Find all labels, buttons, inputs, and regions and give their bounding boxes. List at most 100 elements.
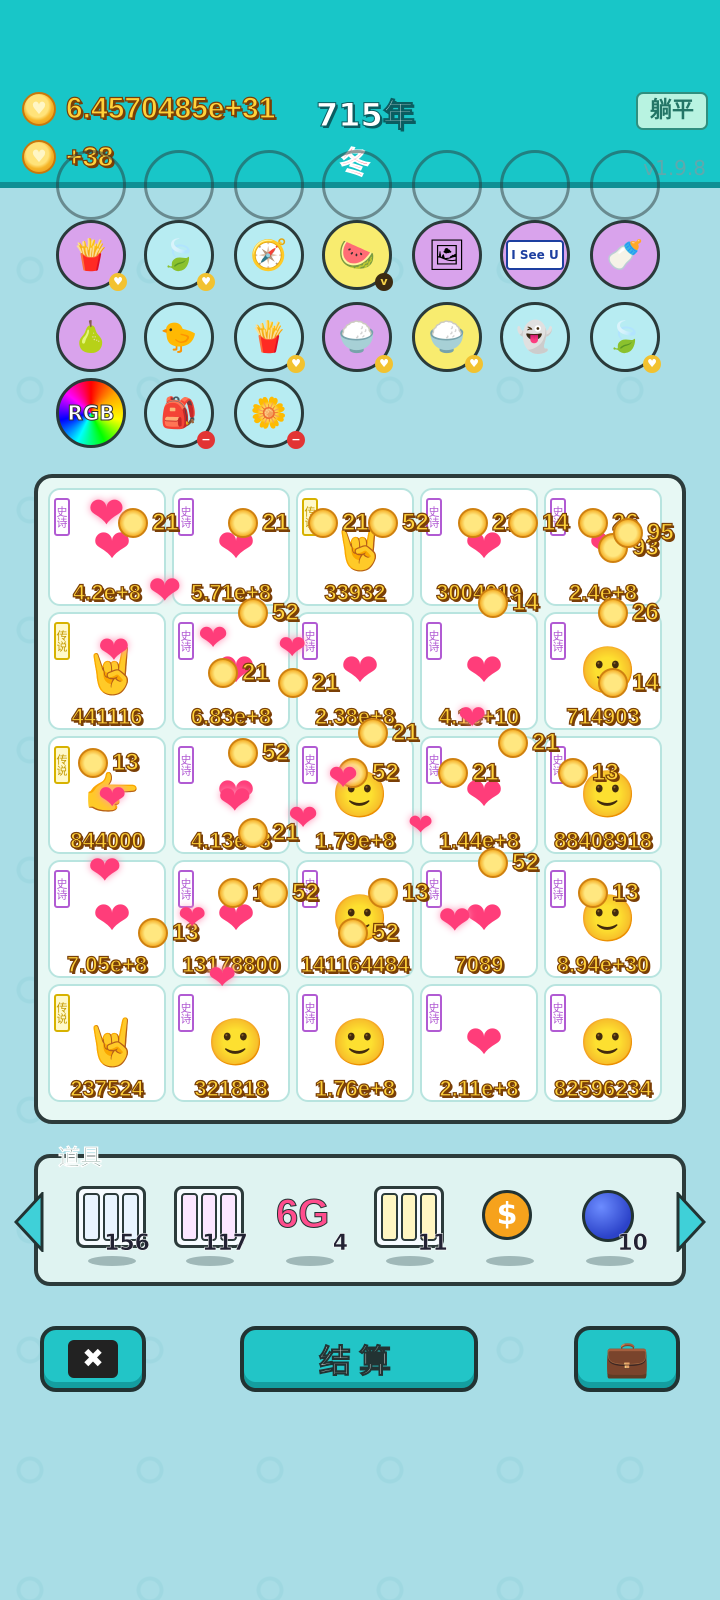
rank-tag: 史诗 xyxy=(550,870,566,908)
guava-icon[interactable]: 🍐 xyxy=(56,302,126,372)
cell-value: 13178800 xyxy=(181,951,280,977)
cell-value: 1.44e+8 xyxy=(438,827,520,853)
close-icon: ✖ xyxy=(68,1340,118,1378)
rank-tag: 史诗 xyxy=(178,746,194,784)
rank-tag: 史诗 xyxy=(426,994,442,1032)
close-button[interactable]: ✖ xyxy=(40,1326,146,1392)
board-cell[interactable]: 传说 🤘 441116 xyxy=(48,612,166,730)
rank-tag: 史诗 xyxy=(426,870,442,908)
board-cell[interactable]: 史诗 🙂 1.79e+8 xyxy=(296,736,414,854)
board-cell[interactable]: 传说 🤘 33932 xyxy=(296,488,414,606)
upgrade-icon-hidden xyxy=(234,150,304,220)
ghost-icon[interactable]: 👻 xyxy=(500,302,570,372)
heart-badge-icon: ♥ xyxy=(465,355,483,373)
item-shadow xyxy=(586,1256,634,1266)
board-cell[interactable]: 史诗 🙂 141164484 xyxy=(296,860,414,978)
minus-badge-icon: − xyxy=(287,431,305,449)
item-dollar-coin[interactable]: $ xyxy=(472,1186,548,1266)
i-see-u-icon[interactable]: I See U xyxy=(500,220,570,290)
flower-pot-icon[interactable]: 🌼 − xyxy=(234,378,305,449)
heart-badge-icon: ♥ xyxy=(197,273,215,291)
board-cell[interactable]: 史诗 🙂 714903 xyxy=(544,612,662,730)
board-cell[interactable]: 史诗 ❤ 2.4e+8 xyxy=(544,488,662,606)
rank-tag: 史诗 xyxy=(302,622,318,660)
bag-button[interactable]: 💼 xyxy=(574,1326,680,1392)
cell-value: 2.4e+8 xyxy=(568,579,637,605)
fries-icon[interactable]: 🍟 ♥ xyxy=(234,302,305,373)
face-icon: 🙂 xyxy=(579,1014,637,1069)
heart-icon: ❤ xyxy=(464,1015,504,1069)
item-blueberry[interactable]: 10 xyxy=(572,1186,648,1266)
chick-egg-icon[interactable]: 🐤 xyxy=(144,302,214,372)
face-icon: 🙂 xyxy=(207,1014,265,1069)
face-icon: 🙂 xyxy=(331,1014,389,1069)
item-shadow xyxy=(286,1256,334,1266)
heart-icon: ❤ xyxy=(216,643,256,697)
board-cell[interactable]: 史诗 🙂 82596234 xyxy=(544,984,662,1102)
board-cell[interactable]: 史诗 ❤ 1.44e+8 xyxy=(420,736,538,854)
board-cell[interactable]: 史诗 ❤ 3004019 xyxy=(420,488,538,606)
leaf-icon[interactable]: 🍃 ♥ xyxy=(144,220,215,291)
board-cell[interactable]: 史诗 ❤ 4.13e+8 xyxy=(172,736,290,854)
fruit-basket-icon[interactable]: 🍉 v xyxy=(322,220,393,291)
year-counter: 715年 xyxy=(316,96,416,135)
lie-flat-button[interactable]: 躺平 xyxy=(636,92,708,130)
rank-tag: 史诗 xyxy=(550,622,566,660)
coin-icon xyxy=(22,92,56,126)
cell-value: 2.11e+8 xyxy=(439,1075,519,1101)
minus-badge-icon: − xyxy=(197,431,215,449)
compass-icon[interactable]: 🧭 xyxy=(234,220,304,290)
board-cell[interactable]: 史诗 🙂 1.76e+8 xyxy=(296,984,414,1102)
settle-button[interactable]: 结算 xyxy=(240,1326,478,1392)
item-6g[interactable]: 6G 4 xyxy=(272,1186,348,1266)
items-next-arrow-icon[interactable] xyxy=(676,1192,706,1252)
board-cell[interactable]: 史诗 ❤ 2.38e+8 xyxy=(296,612,414,730)
board-cell[interactable]: 史诗 ❤ 4.1e+10 xyxy=(420,612,538,730)
board-cell[interactable]: 史诗 ❤ 2.11e+8 xyxy=(420,984,538,1102)
heart-icon: ❤ xyxy=(464,519,504,573)
breast-pump-icon[interactable]: 🍼 xyxy=(590,220,660,290)
rank-tag: 传说 xyxy=(54,994,70,1032)
face-icon: 🙂 xyxy=(331,766,389,821)
cell-value: 1.79e+8 xyxy=(314,827,396,853)
heart-icon: ❤ xyxy=(216,767,256,821)
6g-icon: 6G xyxy=(275,1192,330,1237)
board-cell[interactable]: 史诗 🙂 88408918 xyxy=(544,736,662,854)
rank-tag: 史诗 xyxy=(550,498,566,536)
item-shadow xyxy=(88,1256,136,1266)
heart-icon: ❤ xyxy=(340,643,380,697)
rice-bowl-icon[interactable]: 🍚 ♥ xyxy=(322,302,393,373)
rgb-icon[interactable]: RGB xyxy=(56,378,126,448)
item-jar-set-pink[interactable]: 117 xyxy=(172,1186,248,1266)
board-cell[interactable]: 史诗 ❤ 6.83e+8 xyxy=(172,612,290,730)
board-cell[interactable]: 史诗 ❤ 7089 xyxy=(420,860,538,978)
upgrade-icon-hidden xyxy=(322,150,392,220)
leaf-icon[interactable]: 🍃 ♥ xyxy=(590,302,661,373)
upgrade-icon-hidden xyxy=(412,150,482,220)
cell-value: 7.05e+8 xyxy=(66,951,148,977)
sack-icon[interactable]: 🎒 − xyxy=(144,378,215,449)
board-cell[interactable]: 史诗 🙂 8.94e+30 xyxy=(544,860,662,978)
cell-value: 4.1e+10 xyxy=(438,703,520,729)
pink-frame-icon[interactable]: 🖼 xyxy=(412,220,482,290)
heart-badge-icon: ♥ xyxy=(109,273,127,291)
cell-value: 4.13e+8 xyxy=(190,827,272,853)
rice-bowl-icon[interactable]: 🍚 ♥ xyxy=(412,302,483,373)
board-cell[interactable]: 传说 🤘 237524 xyxy=(48,984,166,1102)
cell-value: 2.38e+8 xyxy=(314,703,396,729)
items-prev-arrow-icon[interactable] xyxy=(14,1192,44,1252)
fries-icon[interactable]: 🍟 ♥ xyxy=(56,220,127,291)
rank-tag: 传说 xyxy=(54,746,70,784)
board-cell[interactable]: 史诗 ❤ 5.71e+8 xyxy=(172,488,290,606)
rank-tag: 史诗 xyxy=(178,994,194,1032)
board-cell[interactable]: 传说 👉 844000 xyxy=(48,736,166,854)
hand-icon: 🤘 xyxy=(331,518,389,573)
item-jar-set-blue[interactable]: 156 xyxy=(74,1186,150,1266)
v-badge-icon: v xyxy=(375,273,393,291)
board-cell[interactable]: 史诗 🙂 321818 xyxy=(172,984,290,1102)
board-cell[interactable]: 史诗 ❤ 13178800 xyxy=(172,860,290,978)
rank-tag: 史诗 xyxy=(426,746,442,784)
board-cell[interactable]: 史诗 ❤ 7.05e+8 xyxy=(48,860,166,978)
board-cell[interactable]: 史诗 ❤ 4.2e+8 xyxy=(48,488,166,606)
item-jar-set-gold[interactable]: 11 xyxy=(372,1186,448,1266)
